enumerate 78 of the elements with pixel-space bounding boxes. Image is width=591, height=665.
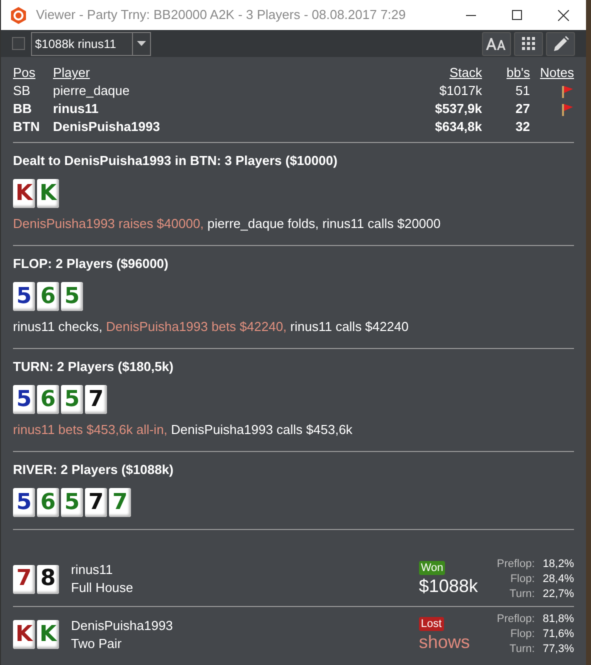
equity-value: 18,2% xyxy=(542,556,574,572)
playing-card: 7 xyxy=(13,564,35,594)
equity-label: Preflop: xyxy=(496,612,535,627)
playing-card: K xyxy=(37,179,59,208)
equity-value: 71,6% xyxy=(542,627,574,642)
playing-card: 8 xyxy=(37,564,59,594)
player-name: DenisPuisha1993 xyxy=(71,616,173,634)
street-title: Dealt to DenisPuisha1993 in BTN: 3 Players ($10000) xyxy=(13,152,338,170)
equity-label: Flop: xyxy=(509,627,535,642)
column-header[interactable]: Notes xyxy=(530,64,574,82)
playing-card: 5 xyxy=(61,282,83,311)
column-header[interactable]: bb's xyxy=(482,64,530,82)
table-cell-text: 27 xyxy=(514,100,530,118)
table-cell-text: rinus11 xyxy=(53,100,100,118)
action-line: rinus11 checks, DenisPuisha1993 bets $42240, rinus11 calls $42240 xyxy=(13,318,410,336)
flag-icon[interactable] xyxy=(561,102,574,116)
hand-rank: Two Pair xyxy=(71,634,123,652)
table-cell-text: SB xyxy=(13,82,32,100)
dropdown-caret-icon xyxy=(137,41,146,46)
pencil-icon xyxy=(552,36,568,52)
equity-label: Turn: xyxy=(508,586,535,602)
equity-label: Turn: xyxy=(508,642,535,657)
flag-icon[interactable] xyxy=(561,84,574,98)
grid-icon xyxy=(522,37,535,50)
equity-label: Preflop: xyxy=(496,556,535,572)
table-cell-text: DenisPuisha1993 xyxy=(53,118,161,136)
playing-card: 5 xyxy=(13,385,35,414)
column-header[interactable]: Player xyxy=(53,64,402,82)
equity-value: 22,7% xyxy=(542,586,574,602)
playing-card: 7 xyxy=(85,488,107,517)
toolbar-button[interactable] xyxy=(546,32,575,56)
player-name: rinus11 xyxy=(71,561,114,579)
street-title: TURN: 2 Players ($180,5k) xyxy=(13,358,174,376)
table-cell-text: $1017k xyxy=(438,82,482,100)
playing-card: 5 xyxy=(61,385,83,414)
table-cell-text: 51 xyxy=(514,82,530,100)
app-logo-icon xyxy=(10,6,27,24)
playing-card: 7 xyxy=(109,488,131,517)
toolbar-button[interactable] xyxy=(482,32,511,56)
outcome-badge: Won xyxy=(418,561,446,575)
playing-card: 6 xyxy=(37,488,59,517)
equity-value: 77,3% xyxy=(542,642,574,657)
playing-card: K xyxy=(13,179,35,208)
street-title: RIVER: 2 Players ($1088k) xyxy=(13,461,174,479)
maximize-icon xyxy=(512,10,522,20)
playing-card: 6 xyxy=(37,282,59,311)
equity-label: Flop: xyxy=(509,572,535,586)
close-icon xyxy=(558,10,568,20)
minimize-icon xyxy=(466,14,476,16)
equity-value: 28,4% xyxy=(542,572,574,586)
playing-card: 5 xyxy=(61,488,83,517)
column-header[interactable]: Stack xyxy=(402,64,482,82)
playing-card: K xyxy=(13,620,35,649)
outcome-amount: shows xyxy=(418,630,470,652)
toolbar-button[interactable] xyxy=(514,32,543,56)
playing-card: K xyxy=(37,620,59,649)
table-cell-text: pierre_daque xyxy=(53,82,131,100)
table-cell-text: $537,9k xyxy=(434,100,482,118)
equity-value: 81,8% xyxy=(542,612,574,627)
table-cell-text: 32 xyxy=(514,118,530,136)
window-title: Viewer - Party Trny: BB20000 A2K - 3 Players - 08.08.2017 7:29 xyxy=(36,6,406,24)
playing-card: 5 xyxy=(13,488,35,517)
playing-card: 5 xyxy=(13,282,35,311)
playing-card: 7 xyxy=(85,385,107,414)
table-cell-text: BTN xyxy=(13,118,41,136)
street-title: FLOP: 2 Players ($96000) xyxy=(13,255,170,273)
table-cell-text: BB xyxy=(13,100,33,118)
outcome-amount: $1088k xyxy=(418,575,478,597)
column-header[interactable]: Pos xyxy=(13,64,53,82)
hand-select[interactable]: $1088k rinus11 xyxy=(31,32,151,56)
action-line: DenisPuisha1993 raises $40000, pierre_daque folds, rinus11 calls $20000 xyxy=(13,215,442,233)
action-line: rinus11 bets $453,6k all-in, DenisPuisha1993 calls $453,6k xyxy=(13,421,354,439)
table-cell-text: $634,8k xyxy=(434,118,482,136)
hand-rank: Full House xyxy=(71,579,134,597)
playing-card: 6 xyxy=(37,385,59,414)
checkbox[interactable] xyxy=(12,37,25,50)
outcome-badge: Lost xyxy=(418,616,444,630)
font-size-icon xyxy=(486,38,508,50)
